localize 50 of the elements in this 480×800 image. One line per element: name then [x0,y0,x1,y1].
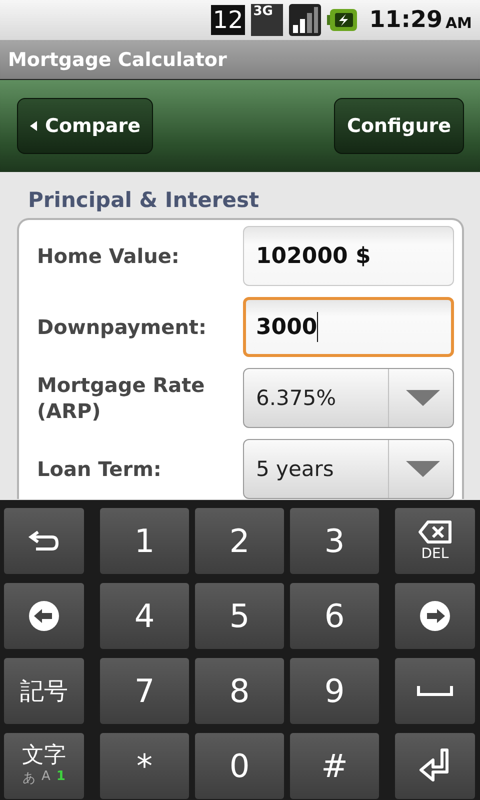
space-icon [417,686,453,696]
key[interactable]: 1 [100,508,189,574]
symbols-key[interactable]: 記号 [4,658,84,724]
window-title: Mortgage Calculator [8,48,227,70]
key[interactable]: 5 [195,583,284,649]
delete-key[interactable]: DEL [395,508,475,574]
mode-label: 文字 [22,745,66,767]
notification-count: 12 [210,5,246,35]
key[interactable]: 4 [100,583,189,649]
undo-arrow-icon [28,530,60,552]
field-label: Home Value: [36,243,180,269]
mode-option: A [42,769,50,787]
left-key[interactable] [4,583,84,649]
key[interactable]: 2 [195,508,284,574]
key[interactable]: 3 [290,508,379,574]
clock: 11:29 [369,7,442,33]
mode-option: あ [22,769,36,787]
backspace-icon [418,520,452,544]
field-label: Downpayment: [36,314,208,340]
configure-button[interactable]: Configure [334,98,464,154]
compare-button[interactable]: Compare [17,98,154,154]
key[interactable]: # [290,733,379,799]
key-label: DEL [421,546,449,562]
field-label: Loan Term: [36,456,162,482]
dropdown[interactable]: 5 years [243,439,454,499]
dropdown-arrow-icon [406,390,440,406]
clock-meridiem: AM [445,14,472,32]
input-mode-key[interactable]: 文字 あ A 1 [4,733,84,799]
key[interactable]: * [100,733,189,799]
key[interactable]: 0 [195,733,284,799]
enter-key[interactable] [395,733,475,799]
battery-charging-icon [327,8,358,32]
dropdown-arrow-icon [406,461,440,477]
mode-option: 1 [56,769,66,787]
network-type-icon: 3G [251,4,284,36]
left-triangle-icon [30,121,38,131]
key[interactable]: 7 [100,658,189,724]
undo-key[interactable] [4,508,84,574]
enter-arrow-icon [419,748,451,784]
key[interactable]: 9 [290,658,379,724]
field-label: Mortgage Rate (ARP) [36,372,206,424]
section-title: Principal & Interest [27,188,260,212]
input-field[interactable]: 102000 $ [243,226,454,286]
key[interactable]: 8 [195,658,284,724]
right-key[interactable] [395,583,475,649]
dropdown[interactable]: 6.375% [243,368,454,428]
signal-icon [289,4,322,36]
key[interactable]: 6 [290,583,379,649]
space-key[interactable] [395,658,475,724]
input-field[interactable]: 3000 [243,297,454,357]
